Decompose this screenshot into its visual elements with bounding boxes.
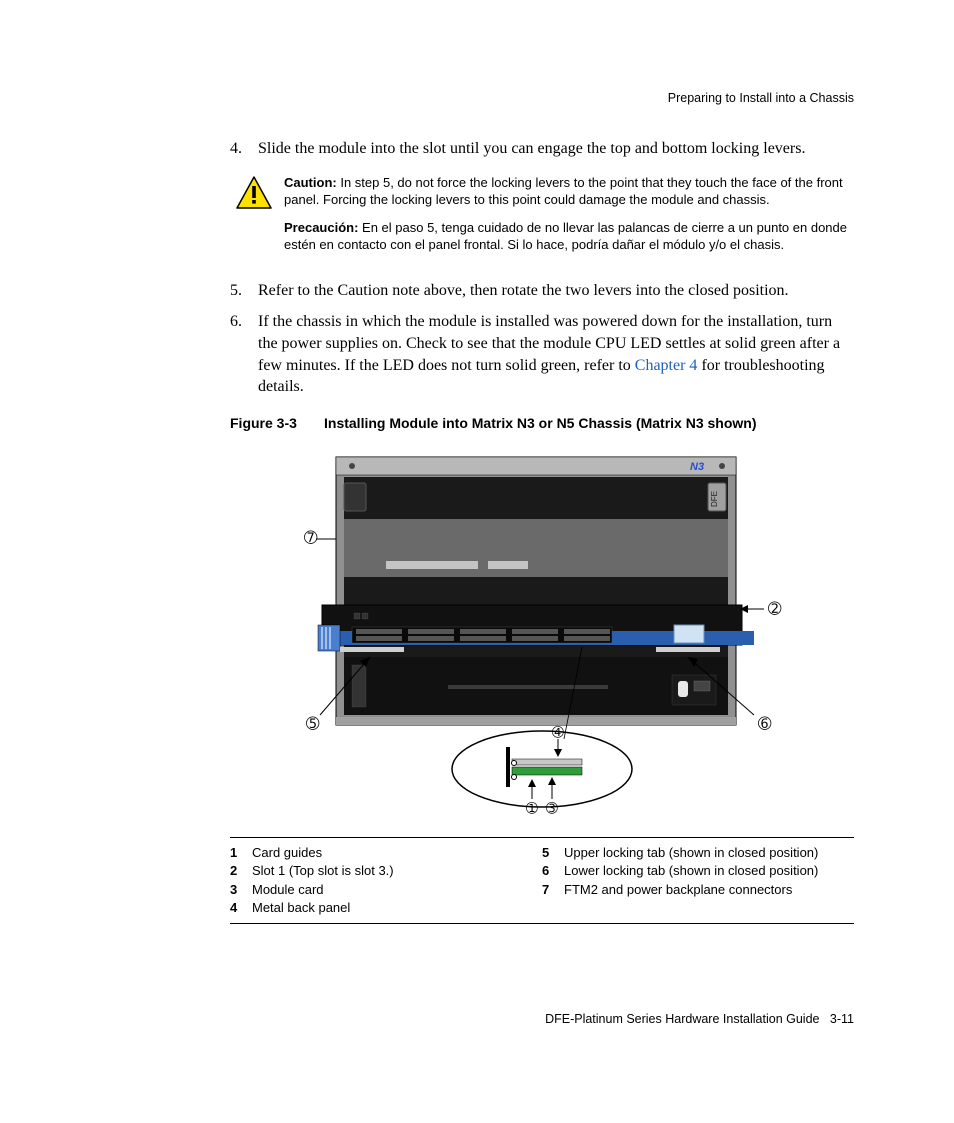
caution-label-en: Caution: (284, 175, 337, 190)
caution-body-es: En el paso 5, tenga cuidado de no llevar… (284, 220, 847, 253)
caution-text: Caution: In step 5, do not force the loc… (278, 174, 854, 264)
caution-es: Precaución: En el paso 5, tenga cuidado … (284, 219, 854, 254)
legend-row: 1 Card guides (230, 844, 542, 862)
legend-num: 3 (230, 881, 252, 899)
legend-row: 4 Metal back panel (230, 899, 542, 917)
legend-text: Card guides (252, 844, 322, 862)
legend-text: Module card (252, 881, 324, 899)
caution-icon (236, 176, 272, 210)
legend-num: 5 (542, 844, 564, 862)
legend-num: 1 (230, 844, 252, 862)
legend-row: 2 Slot 1 (Top slot is slot 3.) (230, 862, 542, 880)
legend-row: 5 Upper locking tab (shown in closed pos… (542, 844, 854, 862)
legend-col-left: 1 Card guides 2 Slot 1 (Top slot is slot… (230, 843, 542, 918)
dfe-side-label: DFE (710, 491, 719, 507)
chassis-diagram: ➆ N3 DFE (242, 447, 782, 827)
page: Preparing to Install into a Chassis 4. S… (0, 0, 954, 1123)
figure: ➆ N3 DFE (170, 447, 854, 827)
step-6: 6. If the chassis in which the module is… (230, 311, 854, 397)
legend-text: Lower locking tab (shown in closed posit… (564, 862, 818, 880)
legend-num: 6 (542, 862, 564, 880)
callout-7: ➆ (304, 530, 318, 547)
caution-block: Caution: In step 5, do not force the loc… (230, 174, 854, 264)
legend-col-right: 5 Upper locking tab (shown in closed pos… (542, 843, 854, 918)
legend-num: 4 (230, 899, 252, 917)
figure-title: Installing Module into Matrix N3 or N5 C… (324, 414, 757, 433)
caution-body-en: In step 5, do not force the locking leve… (284, 175, 843, 208)
legend-text: Upper locking tab (shown in closed posit… (564, 844, 818, 862)
caution-label-es: Precaución: (284, 220, 358, 235)
step-5: 5. Refer to the Caution note above, then… (230, 280, 854, 302)
legend-row: 3 Module card (230, 881, 542, 899)
callout-3: ➂ (546, 800, 558, 816)
callout-6: ➅ (758, 716, 772, 733)
figure-number: Figure 3-3 (230, 414, 324, 433)
callout-2: ➁ (768, 601, 782, 618)
step-text: Refer to the Caution note above, then ro… (258, 280, 854, 302)
figure-caption: Figure 3-3 Installing Module into Matrix… (230, 414, 854, 433)
footer-page: 3-11 (830, 1012, 854, 1026)
legend-text: Slot 1 (Top slot is slot 3.) (252, 862, 394, 880)
caution-icon-wrap (230, 174, 278, 264)
legend-text: Metal back panel (252, 899, 350, 917)
legend-num: 2 (230, 862, 252, 880)
product-label: N3 (690, 461, 704, 473)
callout-5: ➄ (306, 716, 320, 733)
step-number: 4. (230, 138, 258, 160)
running-footer: DFE-Platinum Series Hardware Installatio… (545, 1011, 854, 1028)
legend-row: 7 FTM2 and power backplane connectors (542, 881, 854, 899)
legend-row: 6 Lower locking tab (shown in closed pos… (542, 862, 854, 880)
callout-1: ➀ (526, 800, 538, 816)
legend-text: FTM2 and power backplane connectors (564, 881, 792, 899)
callout-4: ➃ (552, 724, 564, 740)
step-text: If the chassis in which the module is in… (258, 311, 854, 397)
figure-legend: 1 Card guides 2 Slot 1 (Top slot is slot… (230, 837, 854, 924)
step-text: Slide the module into the slot until you… (258, 138, 854, 160)
legend-num: 7 (542, 881, 564, 899)
content: 4. Slide the module into the slot until … (230, 138, 854, 924)
caution-en: Caution: In step 5, do not force the loc… (284, 174, 854, 209)
footer-title: DFE-Platinum Series Hardware Installatio… (545, 1012, 819, 1026)
chapter-4-link[interactable]: Chapter 4 (635, 357, 698, 374)
step-number: 5. (230, 280, 258, 302)
step-number: 6. (230, 311, 258, 397)
step-4: 4. Slide the module into the slot until … (230, 138, 854, 160)
running-header: Preparing to Install into a Chassis (668, 90, 854, 107)
